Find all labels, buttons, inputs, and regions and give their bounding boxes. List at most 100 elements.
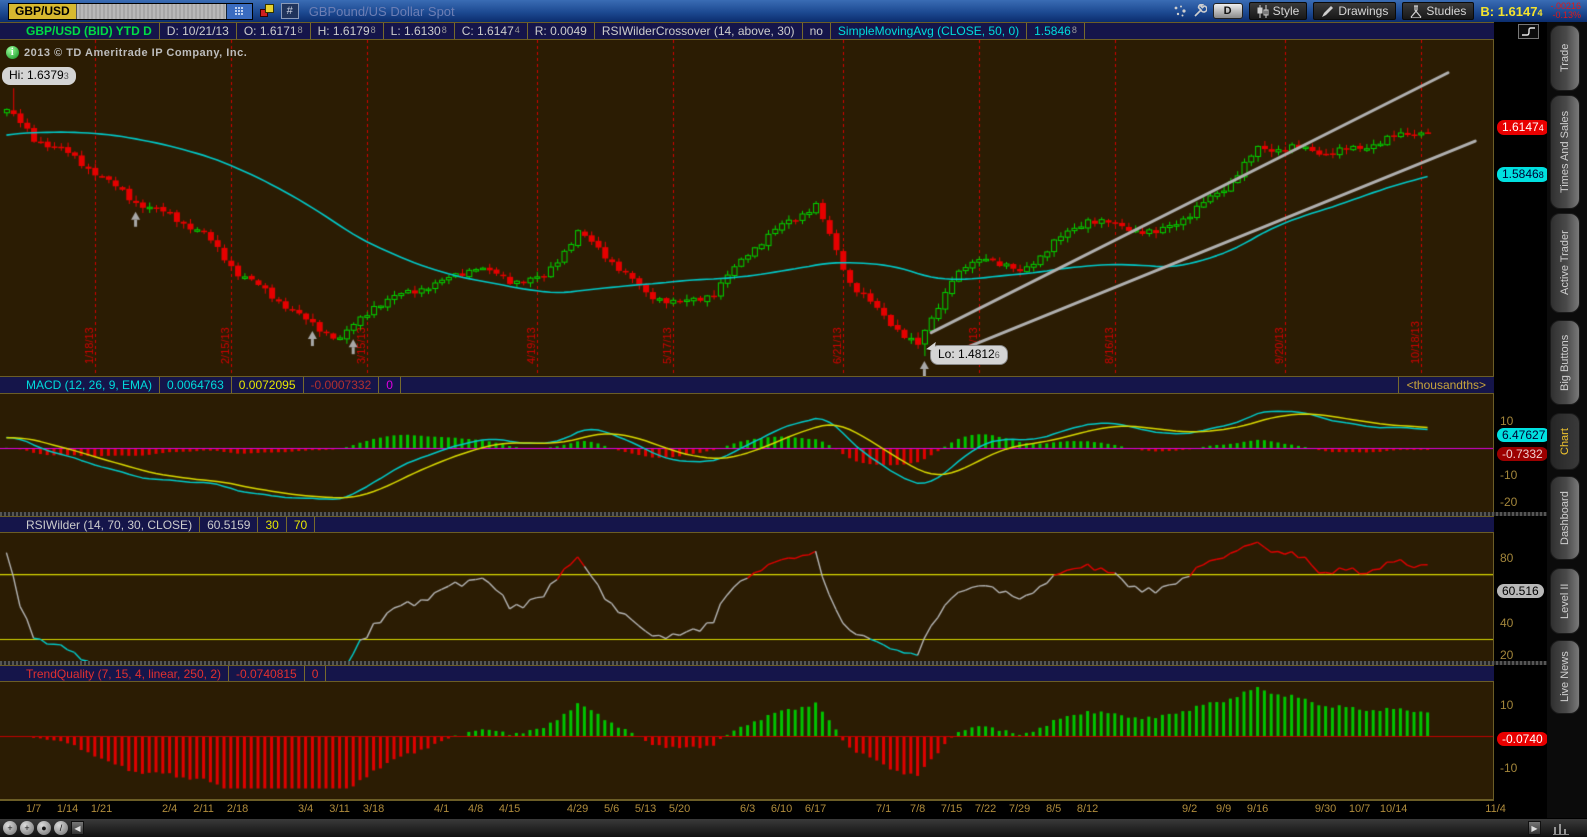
macd-diff-badge: -0.7332 (1497, 447, 1548, 461)
rsi-axis[interactable]: 60.516 80 40 20 (1494, 533, 1547, 662)
tq-axis[interactable]: -0.0740 10 -10 (1494, 682, 1548, 800)
drawings-button-label: Drawings (1338, 4, 1389, 18)
style-button[interactable]: Style (1248, 2, 1308, 20)
tq-zero-value: 0 (305, 666, 327, 681)
x-axis-label: 5/6 (603, 803, 620, 815)
zoom-icon[interactable]: + (20, 821, 34, 835)
x-axis-label: 6/17 (804, 803, 827, 815)
hash-button[interactable]: # (280, 3, 299, 19)
x-axis-label: 1/7 (25, 803, 42, 815)
change-readout: -.00216 -0.13% (1550, 2, 1581, 20)
chart-grid: GBP/USD (BID) YTD D D: 10/21/13 O: 1.617… (0, 22, 1551, 818)
rsi-crossover-study-label[interactable]: RSIWilderCrossover (14, above, 30) (595, 23, 803, 39)
symbol-dropdown-button[interactable] (225, 3, 252, 19)
sidebar-tab-big-buttons[interactable]: Big Buttons (1550, 320, 1580, 405)
macd-axis[interactable]: 6.47627 -0.7332 10 -10 -20 (1494, 394, 1551, 512)
studies-button[interactable]: Studies (1402, 2, 1475, 20)
axis-tick-label: 40 (1500, 616, 1514, 630)
price-chart-canvas[interactable] (0, 40, 1493, 376)
price-plot-area[interactable]: i 2013 © TD Ameritrade IP Company, Inc. … (0, 40, 1494, 376)
macd-avg-value: 0.0072095 (232, 377, 304, 393)
flask-icon (1410, 4, 1422, 18)
sidebar-tab-level-ii[interactable]: Level II (1550, 568, 1580, 634)
x-axis-label: 5/13 (634, 803, 657, 815)
x-axis-label: 3/4 (297, 803, 314, 815)
circle-tool-icon[interactable]: ● (37, 821, 51, 835)
draw-tool-icon[interactable]: / (54, 821, 68, 835)
rsi-chart-canvas[interactable] (0, 533, 1493, 661)
x-axis-label: 6/3 (739, 803, 756, 815)
macd-study-label[interactable]: MACD (12, 26, 9, EMA) (0, 377, 161, 393)
x-axis-label: 7/1 (875, 803, 892, 815)
scale-mode-button[interactable] (1518, 24, 1539, 39)
dots-grid-icon (235, 7, 244, 15)
tq-chart-canvas[interactable] (0, 682, 1493, 799)
x-axis-label: 9/30 (1314, 803, 1337, 815)
axis-tick-label: 10 (1500, 698, 1514, 712)
x-axis-label: 10/7 (1348, 803, 1371, 815)
scroll-left-button[interactable]: ◀ (71, 821, 84, 835)
x-axis-label: 3/18 (362, 803, 385, 815)
macd-plot-area[interactable] (0, 394, 1494, 512)
x-axis-label: 4/15 (498, 803, 521, 815)
spatter-icon[interactable] (1173, 4, 1187, 18)
rsi-study-label[interactable]: RSIWilder (14, 70, 30, CLOSE) (0, 517, 201, 532)
scroll-right-button[interactable]: ▶ (1528, 821, 1541, 835)
macd-header-row: MACD (12, 26, 9, EMA) 0.0064763 0.007209… (0, 376, 1547, 394)
price-header-row: GBP/USD (BID) YTD D D: 10/21/13 O: 1.617… (0, 22, 1547, 40)
open-cell: O: 1.6171 8 (237, 23, 311, 39)
style-button-label: Style (1272, 4, 1300, 18)
sidebar-tab-dashboard[interactable]: Dashboard (1550, 476, 1580, 560)
x-axis-label: 1/14 (56, 803, 79, 815)
x-axis-label: 8/5 (1045, 803, 1062, 815)
mini-chart-icon[interactable] (1552, 822, 1570, 835)
symbol-label: GBP/USD (9, 3, 76, 19)
sma-price-badge: 1.58468 (1497, 167, 1549, 182)
sidebar-tab-times-and-sales[interactable]: Times And Sales (1550, 95, 1580, 209)
high-marker-badge: Hi: 1.63793 (2, 67, 76, 85)
symbol-input[interactable] (75, 3, 226, 19)
x-axis-label: 7/8 (909, 803, 926, 815)
tq-study-label[interactable]: TrendQuality (7, 15, 4, linear, 250, 2) (0, 666, 229, 681)
rsi-plot-area[interactable] (0, 533, 1494, 661)
wrench-icon[interactable] (1193, 4, 1207, 18)
x-axis-label: 6/10 (770, 803, 793, 815)
axis-tick-label: 80 (1500, 551, 1514, 565)
gadget-sidebar: Trade Times And Sales Active Trader Big But… (1547, 22, 1587, 818)
sidebar-tab-chart[interactable]: Chart (1550, 413, 1580, 470)
tq-plot-area[interactable] (0, 682, 1494, 800)
x-axis-label: 8/12 (1076, 803, 1099, 815)
price-axis[interactable]: 1.61474 1.58468 (1494, 40, 1549, 376)
copyright-text: 2013 © TD Ameritrade IP Company, Inc. (24, 46, 248, 59)
x-axis-label: 1/21 (90, 803, 113, 815)
x-axis-label: 4/1 (433, 803, 450, 815)
period-d-button[interactable]: D (1212, 3, 1243, 19)
macd-panel: 6.47627 -0.7332 10 -10 -20 (0, 394, 1551, 512)
time-axis[interactable]: 1/7 1/14 1/21 2/4 2/11 2/18 3/4 3/11 3/18 4/1 4/8 4… (0, 800, 1547, 818)
axis-tick-label: 20 (1500, 648, 1514, 662)
drawings-button[interactable]: Drawings (1313, 2, 1397, 20)
pan-icon[interactable]: + (3, 821, 17, 835)
rsi-panel: 60.516 80 40 20 (0, 533, 1547, 662)
top-toolbar: GBP/USD # GBPound/US Dollar Spot D Style… (0, 0, 1587, 22)
macd-chart-canvas[interactable] (0, 394, 1493, 512)
copyright-line: i 2013 © TD Ameritrade IP Company, Inc. (6, 46, 247, 59)
instrument-title: GBPound/US Dollar Spot (308, 3, 455, 19)
sidebar-tab-trade[interactable]: Trade (1550, 25, 1580, 91)
x-axis-label: 7/22 (974, 803, 997, 815)
sidebar-tab-live-news[interactable]: Live News (1550, 640, 1580, 714)
sma-study-label[interactable]: SimpleMovingAvg (CLOSE, 50, 0) (831, 23, 1028, 39)
high-cell: H: 1.6179 8 (311, 23, 384, 39)
link-color-icon[interactable] (259, 3, 275, 19)
rsi-value-badge: 60.516 (1497, 584, 1544, 598)
tq-panel: -0.0740 10 -10 (0, 682, 1548, 800)
sidebar-tab-active-trader[interactable]: Active Trader (1550, 213, 1580, 313)
trading-app-window: GBP/USD # GBPound/US Dollar Spot D Style… (0, 0, 1587, 837)
x-axis-label: 2/4 (161, 803, 178, 815)
chart-symbol-cell[interactable]: GBP/USD (BID) YTD D (0, 23, 160, 39)
x-axis-label: 5/20 (668, 803, 691, 815)
close-cell: C: 1.6147 4 (455, 23, 528, 39)
rsi-header-row: RSIWilder (14, 70, 30, CLOSE) 60.5159 30… (0, 516, 1547, 533)
axis-tick-label: -10 (1500, 761, 1518, 775)
price-panel: i 2013 © TD Ameritrade IP Company, Inc. … (0, 40, 1549, 376)
